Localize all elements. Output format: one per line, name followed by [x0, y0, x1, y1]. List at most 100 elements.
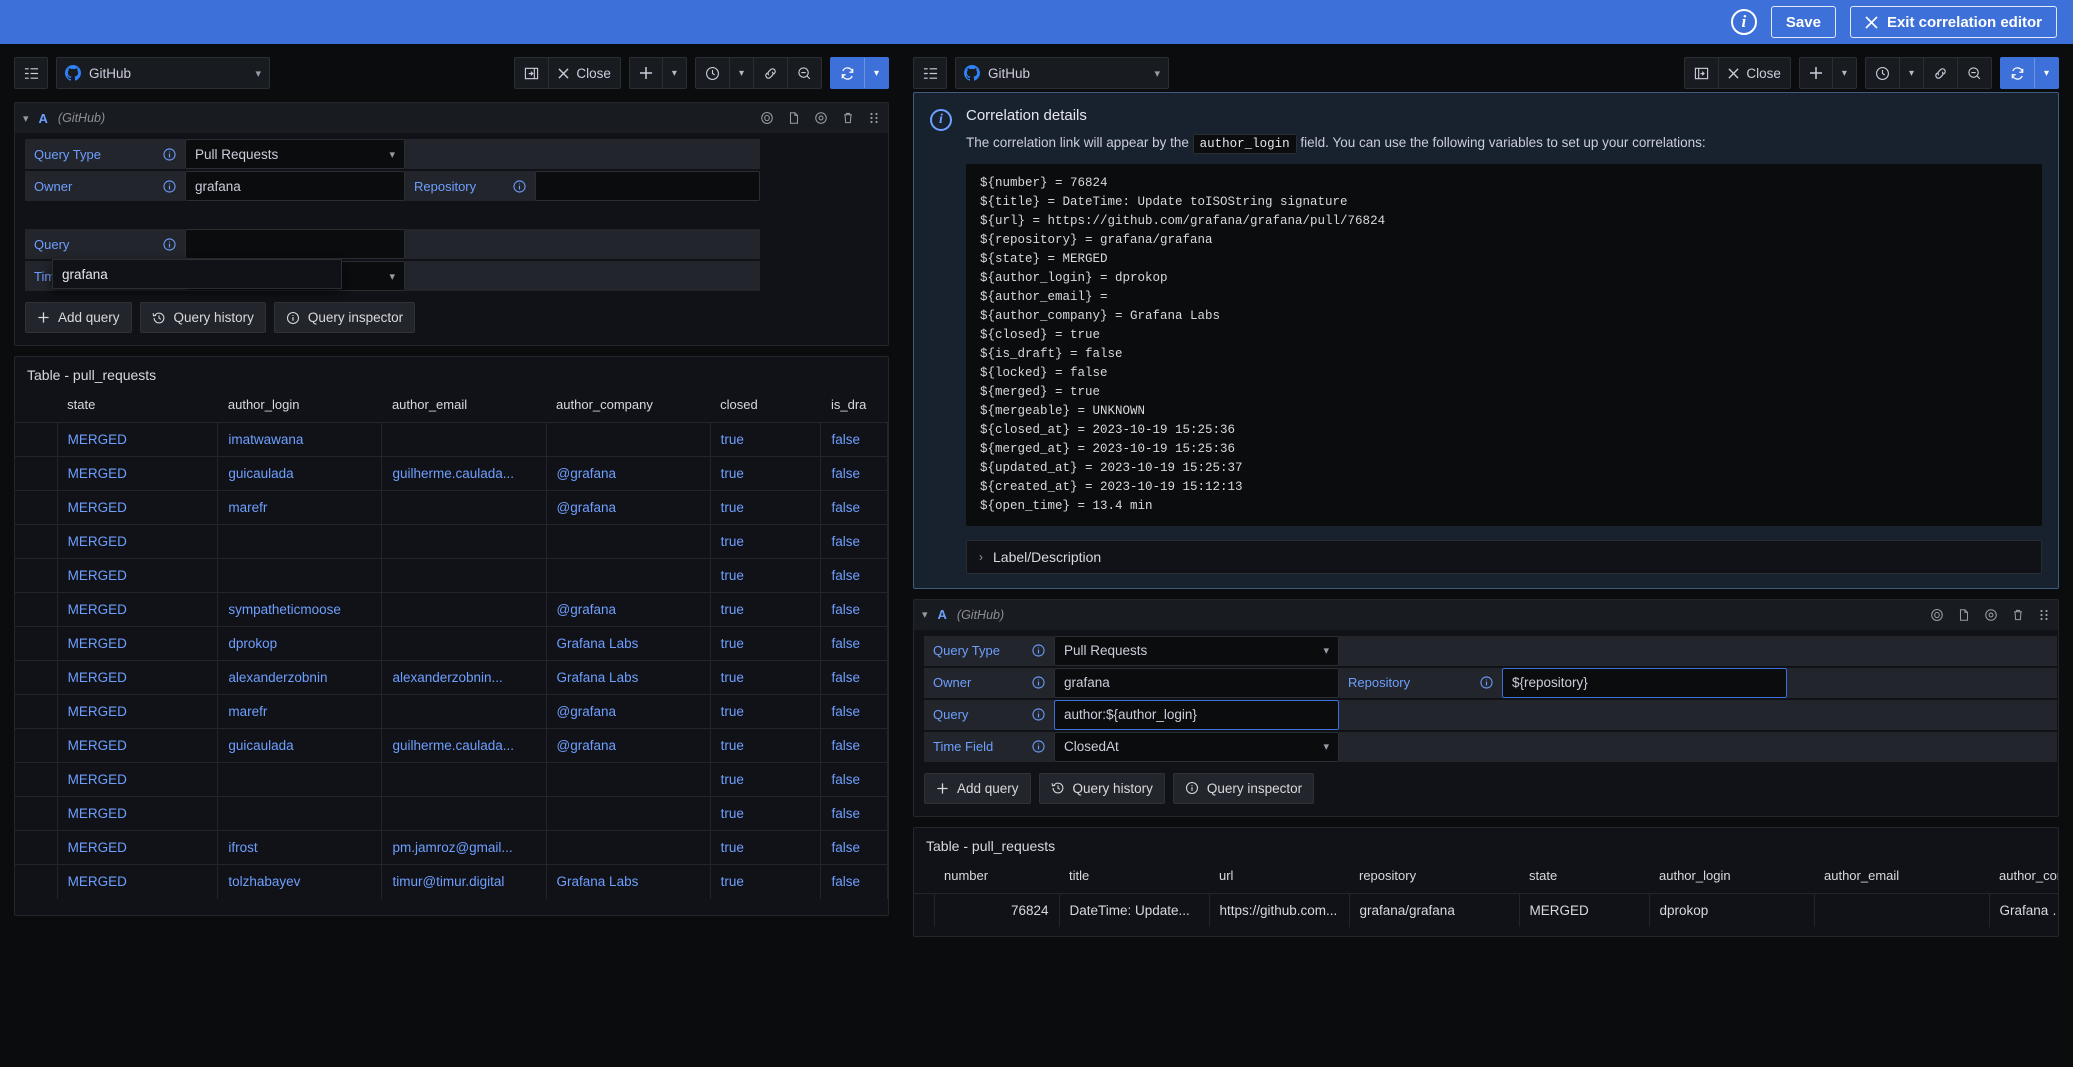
row-gutter — [15, 865, 57, 899]
query-ref-id[interactable]: A — [39, 111, 48, 126]
refresh-icon[interactable] — [2001, 58, 2035, 88]
duplicate-icon[interactable] — [787, 111, 801, 125]
query-input[interactable] — [185, 229, 405, 259]
hide-response-icon[interactable] — [1984, 608, 1998, 622]
query-ref-id[interactable]: A — [938, 607, 947, 622]
query-history-button[interactable]: Query history — [140, 302, 266, 333]
add-query-button[interactable]: Add query — [25, 302, 132, 333]
table-row[interactable]: MERGEDsympatheticmoose@grafanatruefalse — [15, 593, 888, 627]
info-circle-icon[interactable]: i — [1731, 9, 1757, 35]
query-input[interactable]: author:${author_login} — [1054, 700, 1339, 730]
col-author-company[interactable]: author_com — [1989, 862, 2059, 894]
info-circle-icon[interactable] — [163, 148, 176, 161]
col-state[interactable]: state — [57, 391, 218, 423]
chevron-down-icon[interactable]: ▾ — [1900, 58, 1924, 88]
table-row[interactable]: MERGEDalexanderzobninalexanderzobnin...G… — [15, 661, 888, 695]
table-row[interactable]: MERGEDmarefr@grafanatruefalse — [15, 491, 888, 525]
col-author-login[interactable]: author_login — [218, 391, 382, 423]
info-circle-icon[interactable] — [1032, 708, 1045, 721]
refresh-icon[interactable] — [831, 58, 865, 88]
owner-suggestion-item[interactable]: grafana — [52, 259, 342, 289]
table-row[interactable]: MERGEDtolzhabayevtimur@timur.digitalGraf… — [15, 865, 888, 899]
chevron-down-icon[interactable]: ▾ — [922, 608, 928, 621]
query-inspector-button[interactable]: Query inspector — [1173, 773, 1314, 804]
query-inspector-button[interactable]: Query inspector — [274, 302, 415, 333]
table-cell: @grafana — [546, 729, 710, 763]
table-row[interactable]: 76824DateTime: Update...https://github.c… — [914, 893, 2059, 927]
chevron-down-icon[interactable]: ▾ — [663, 58, 686, 88]
info-circle-icon[interactable] — [1480, 676, 1493, 689]
add-query-label: Add query — [957, 781, 1019, 796]
chevron-down-icon[interactable]: ▾ — [865, 58, 888, 88]
table-row[interactable]: MERGEDtruefalse — [15, 525, 888, 559]
clock-icon[interactable] — [1866, 58, 1900, 88]
col-author-email[interactable]: author_email — [382, 391, 546, 423]
split-open-icon[interactable] — [1685, 58, 1719, 88]
table-row[interactable]: MERGEDguicauladaguilherme.caulada...@gra… — [15, 457, 888, 491]
toggle-disable-icon[interactable] — [760, 111, 774, 125]
query-list-icon[interactable] — [14, 57, 48, 89]
info-circle-icon[interactable] — [163, 180, 176, 193]
chevron-down-icon[interactable]: ▾ — [730, 58, 754, 88]
col-author-company[interactable]: author_company — [546, 391, 710, 423]
query-type-select[interactable]: Pull Requests ▾ — [185, 139, 405, 169]
add-query-button[interactable]: Add query — [924, 773, 1031, 804]
table-row[interactable]: MERGEDmarefr@grafanatruefalse — [15, 695, 888, 729]
hide-response-icon[interactable] — [814, 111, 828, 125]
query-type-value: Pull Requests — [1064, 643, 1147, 658]
drag-handle-icon[interactable] — [868, 111, 880, 125]
table-row[interactable]: MERGEDtruefalse — [15, 559, 888, 593]
remove-icon[interactable] — [841, 111, 855, 125]
col-state[interactable]: state — [1519, 862, 1649, 894]
plus-icon[interactable] — [1800, 58, 1833, 88]
link-icon[interactable] — [1924, 58, 1958, 88]
time-field-select[interactable]: ClosedAt ▾ — [1054, 732, 1339, 762]
datasource-picker-right[interactable]: GitHub ▾ — [955, 57, 1169, 89]
table-row[interactable]: MERGEDimatwawanatruefalse — [15, 423, 888, 457]
owner-input[interactable]: grafana — [1054, 668, 1339, 698]
zoom-out-icon[interactable] — [1958, 58, 1991, 88]
plus-icon[interactable] — [630, 58, 663, 88]
chevron-down-icon[interactable]: ▾ — [2035, 58, 2058, 88]
table-row[interactable]: MERGEDtruefalse — [15, 797, 888, 831]
repository-input[interactable]: ${repository} — [1502, 668, 1787, 698]
col-is-draft[interactable]: is_dra — [821, 391, 888, 423]
info-circle-icon[interactable] — [1032, 644, 1045, 657]
duplicate-icon[interactable] — [1957, 608, 1971, 622]
remove-icon[interactable] — [2011, 608, 2025, 622]
chevron-down-icon[interactable]: ▾ — [23, 112, 29, 125]
table-row[interactable]: MERGEDdprokopGrafana Labstruefalse — [15, 627, 888, 661]
col-title[interactable]: title — [1059, 862, 1209, 894]
chevron-down-icon[interactable]: ▾ — [1833, 58, 1856, 88]
save-button[interactable]: Save — [1771, 6, 1836, 38]
close-split-button[interactable]: Close — [549, 58, 620, 88]
col-url[interactable]: url — [1209, 862, 1349, 894]
table-row[interactable]: MERGEDifrostpm.jamroz@gmail...truefalse — [15, 831, 888, 865]
col-author-email[interactable]: author_email — [1814, 862, 1989, 894]
table-row[interactable]: MERGEDguicauladaguilherme.caulada...@gra… — [15, 729, 888, 763]
link-icon[interactable] — [754, 58, 788, 88]
query-type-select[interactable]: Pull Requests ▾ — [1054, 636, 1339, 666]
table-row[interactable]: MERGEDtruefalse — [15, 763, 888, 797]
info-circle-icon[interactable] — [1032, 676, 1045, 689]
owner-input[interactable]: grafana — [185, 171, 405, 201]
close-split-button[interactable]: Close — [1719, 58, 1790, 88]
col-repository[interactable]: repository — [1349, 862, 1519, 894]
repository-input[interactable] — [535, 171, 760, 201]
exit-correlation-editor-button[interactable]: Exit correlation editor — [1850, 6, 2057, 38]
drag-handle-icon[interactable] — [2038, 608, 2050, 622]
datasource-picker-left[interactable]: GitHub ▾ — [56, 57, 270, 89]
zoom-out-icon[interactable] — [788, 58, 821, 88]
toggle-disable-icon[interactable] — [1930, 608, 1944, 622]
info-circle-icon[interactable] — [163, 238, 176, 251]
col-number[interactable]: number — [934, 862, 1059, 894]
split-close-icon[interactable] — [515, 58, 549, 88]
query-history-button[interactable]: Query history — [1039, 773, 1165, 804]
info-circle-icon[interactable] — [1032, 740, 1045, 753]
query-list-icon[interactable] — [913, 57, 947, 89]
info-circle-icon[interactable] — [513, 180, 526, 193]
col-closed[interactable]: closed — [710, 391, 821, 423]
col-author-login[interactable]: author_login — [1649, 862, 1814, 894]
label-description-accordion[interactable]: › Label/Description — [966, 540, 2042, 574]
clock-icon[interactable] — [696, 58, 730, 88]
